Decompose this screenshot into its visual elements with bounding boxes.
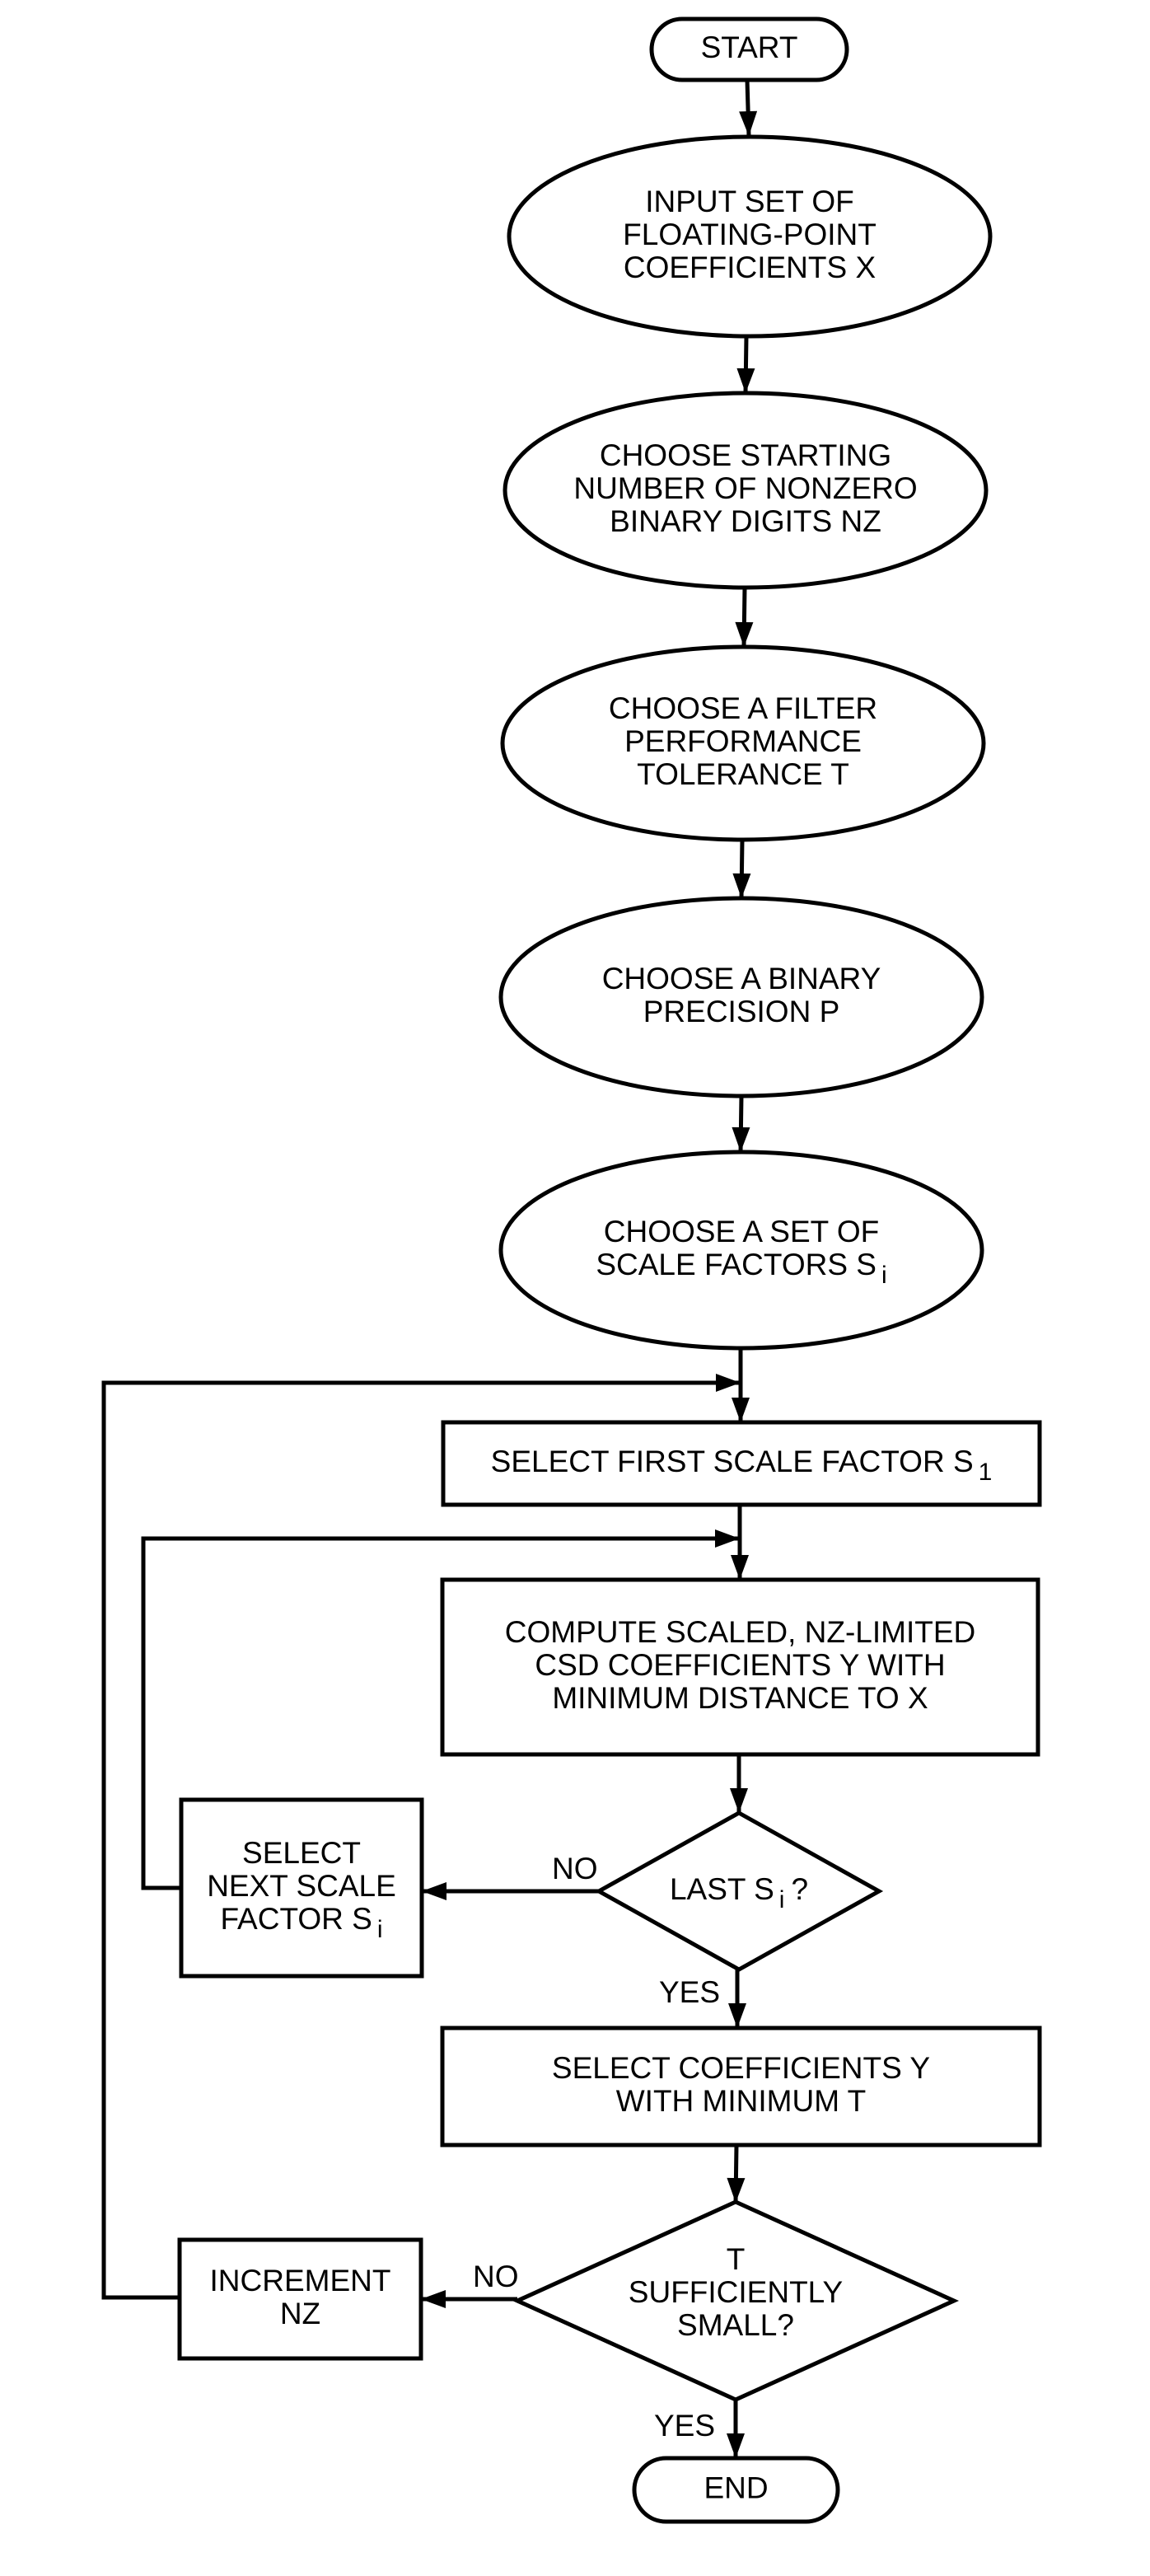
choose-s-label-line: CHOOSE A SET OF: [604, 1215, 879, 1248]
choose-p-label-line: PRECISION P: [643, 995, 840, 1028]
choose-t-label-line: CHOOSE A FILTER: [609, 691, 877, 725]
compute-label-line: COMPUTE SCALED, NZ-LIMITED: [505, 1615, 976, 1649]
choose-p-label-line: CHOOSE A BINARY: [602, 962, 881, 995]
input-label-line: INPUT SET OF: [645, 185, 854, 218]
node-last-s: LAST Si?: [594, 1810, 884, 1972]
subscript: 1: [979, 1459, 993, 1486]
select-coeff-label-line: SELECT COEFFICIENTS Y: [552, 2051, 930, 2085]
node-select-first: SELECT FIRST SCALE FACTOR S1: [441, 1420, 1042, 1507]
edge-choose-s-select-first-arrowhead: [732, 1398, 750, 1422]
increment-label-line: NZ: [280, 2297, 320, 2330]
subscript: i: [377, 1916, 383, 1943]
edge-choose-p-choose-s-arrowhead: [732, 1126, 750, 1152]
select-coeff-label-line: WITH MINIMUM T: [616, 2084, 866, 2118]
input-label-line: COEFFICIENTS X: [624, 251, 876, 284]
edge-select-first-compute-arrowhead: [731, 1555, 749, 1580]
edge-start-input-arrowhead: [739, 110, 758, 136]
edge-last-s-yes-arrowhead: [728, 2003, 746, 2028]
subscript: i: [779, 1886, 785, 1913]
node-increment: INCREMENTNZ: [177, 2237, 423, 2361]
node-choose-t: CHOOSE A FILTERPERFORMANCETOLERANCE T: [500, 644, 986, 842]
node-start: START: [649, 16, 849, 82]
edge-label-last-s-yes: YES: [659, 1975, 720, 2009]
select-next-label-line: SELECT: [242, 1836, 361, 1870]
edge-compute-last-s-arrowhead: [730, 1788, 748, 1813]
compute-label-line: MINIMUM DISTANCE TO X: [552, 1681, 928, 1715]
edge-last-s-no-arrowhead: [422, 1882, 446, 1900]
edge-choose-nz-choose-t-arrowhead: [735, 621, 754, 647]
edge-select-coeff-t-small-arrowhead: [727, 2177, 746, 2203]
node-select-next: SELECTNEXT SCALEFACTOR Si: [179, 1797, 424, 1979]
increment-label-line: INCREMENT: [210, 2264, 391, 2297]
nodes-layer: START INPUT SET OFFLOATING-POINTCOEFFICIE…: [177, 16, 1042, 2524]
node-compute: COMPUTE SCALED, NZ-LIMITEDCSD COEFFICIEN…: [440, 1577, 1040, 1757]
select-next-label-line: NEXT SCALE: [207, 1869, 396, 1903]
node-input: INPUT SET OFFLOATING-POINTCOEFFICIENTS X: [507, 134, 993, 339]
edge-label-t-small-no: NO: [473, 2260, 519, 2293]
node-choose-nz: CHOOSE STARTINGNUMBER OF NONZEROBINARY D…: [503, 391, 989, 590]
t-small-label-line: SMALL?: [677, 2308, 794, 2342]
edge-label-t-small-yes: YES: [654, 2409, 715, 2443]
node-choose-p: CHOOSE A BINARYPRECISION P: [498, 896, 984, 1098]
choose-nz-label-line: CHOOSE STARTING: [600, 438, 891, 472]
flowchart: START INPUT SET OFFLOATING-POINTCOEFFICIE…: [101, 16, 1042, 2524]
t-small-label-line: T: [727, 2242, 746, 2276]
compute-label-line: CSD COEFFICIENTS Y WITH: [535, 1648, 945, 1682]
start-label-line: START: [701, 30, 798, 64]
choose-t-label-line: PERFORMANCE: [624, 724, 862, 758]
input-label-line: FLOATING-POINT: [623, 218, 877, 251]
end-label-line: END: [704, 2471, 768, 2504]
edge-t-small-no-arrowhead: [421, 2290, 446, 2308]
choose-nz-label-line: NUMBER OF NONZERO: [573, 471, 917, 505]
node-end: END: [632, 2456, 840, 2524]
node-t-small: TSUFFICIENTLYSMALL?: [512, 2199, 960, 2402]
edge-label-last-s-no: NO: [552, 1852, 598, 1885]
subscript: i: [881, 1262, 887, 1289]
choose-nz-label-line: BINARY DIGITS NZ: [610, 504, 881, 538]
choose-t-label-line: TOLERANCE T: [637, 757, 849, 791]
node-choose-s: CHOOSE A SET OFSCALE FACTORS Si: [498, 1150, 984, 1351]
edge-input-choose-nz-arrowhead: [736, 368, 755, 393]
suffix: ?: [791, 1872, 808, 1906]
edge-outer-loop-arrowhead: [716, 1374, 741, 1392]
edge-t-small-yes-arrowhead: [727, 2433, 745, 2458]
edge-choose-t-choose-p-arrowhead: [732, 873, 751, 898]
node-select-coeff: SELECT COEFFICIENTS YWITH MINIMUM T: [440, 2026, 1042, 2147]
t-small-label-line: SUFFICIENTLY: [629, 2275, 843, 2309]
edge-inner-loop-arrowhead: [715, 1529, 740, 1548]
